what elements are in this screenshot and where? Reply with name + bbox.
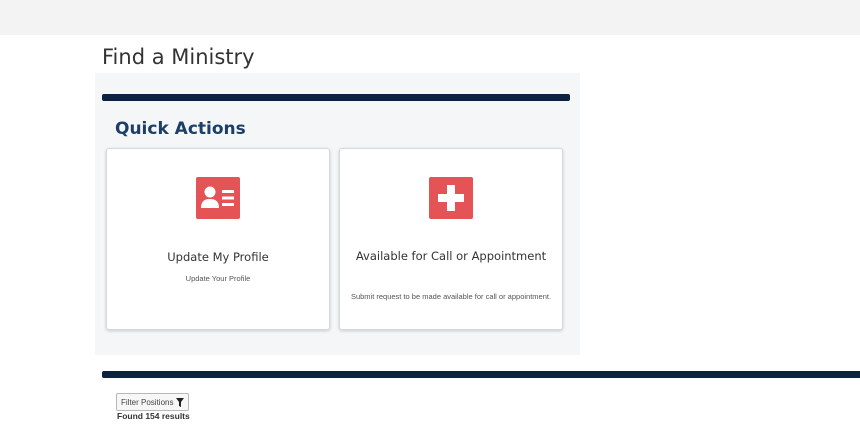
update-profile-card[interactable]: Update My Profile Update Your Profile <box>106 148 330 330</box>
results-divider <box>102 371 860 378</box>
profile-card-icon <box>196 177 240 219</box>
quick-actions-divider <box>102 94 570 101</box>
plus-icon <box>429 177 473 219</box>
available-for-call-card[interactable]: Available for Call or Appointment Submit… <box>339 148 563 330</box>
top-bar <box>0 0 860 35</box>
filter-positions-button[interactable]: Filter Positions <box>116 393 190 411</box>
update-profile-title: Update My Profile <box>167 250 269 264</box>
available-for-call-subtitle: Submit request to be made available for … <box>350 292 552 301</box>
page-title: Find a Ministry <box>102 45 255 69</box>
filter-positions-label: Filter Positions <box>121 397 174 407</box>
available-for-call-title: Available for Call or Appointment <box>355 249 547 263</box>
quick-actions-heading: Quick Actions <box>115 119 246 139</box>
results-count: Found 154 results <box>117 411 190 421</box>
filter-icon <box>176 397 185 407</box>
update-profile-subtitle: Update Your Profile <box>185 274 251 283</box>
